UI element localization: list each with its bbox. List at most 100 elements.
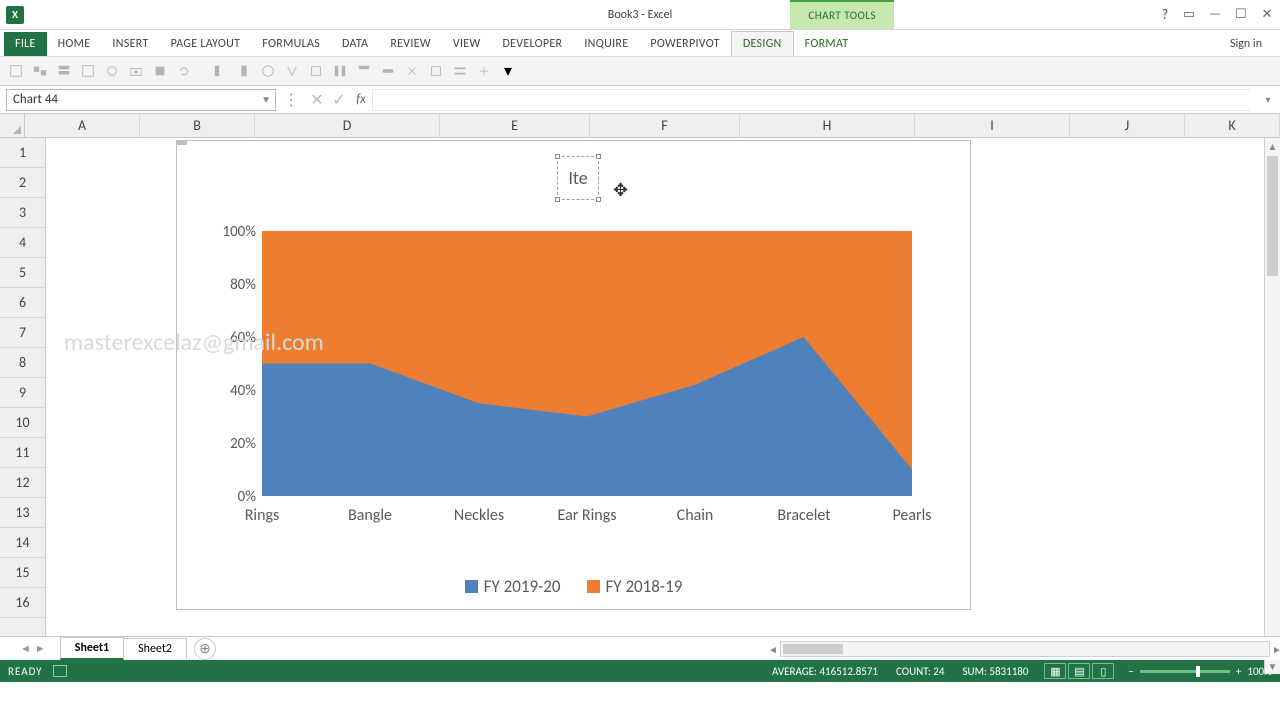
minimize-button[interactable]: — bbox=[1202, 0, 1228, 29]
chart-object[interactable]: Ite ✥ 100% 80% 60% 40% 20% 0% bbox=[176, 140, 971, 610]
qat-icon[interactable] bbox=[78, 61, 98, 81]
tab-home[interactable]: HOME bbox=[47, 32, 102, 56]
row-header[interactable]: 1 bbox=[0, 138, 45, 168]
tab-file[interactable]: FILE bbox=[4, 32, 47, 56]
scroll-thumb[interactable] bbox=[1267, 156, 1278, 276]
qat-icon[interactable] bbox=[150, 61, 170, 81]
row-header[interactable]: 15 bbox=[0, 558, 45, 588]
sheet-tab-sheet2[interactable]: Sheet2 bbox=[123, 638, 187, 659]
column-header[interactable]: B bbox=[140, 114, 255, 137]
row-header[interactable]: 3 bbox=[0, 198, 45, 228]
qat-delete-icon[interactable] bbox=[402, 61, 422, 81]
formula-bar-input[interactable] bbox=[372, 89, 1250, 111]
scroll-up-icon[interactable]: ▲ bbox=[1265, 138, 1280, 154]
tab-design[interactable]: DESIGN bbox=[731, 31, 794, 56]
row-header[interactable]: 9 bbox=[0, 378, 45, 408]
zoom-out-icon[interactable]: − bbox=[1128, 665, 1133, 678]
scroll-down-icon[interactable]: ▼ bbox=[1265, 658, 1280, 674]
sheet-nav-next-icon[interactable]: ► bbox=[35, 642, 46, 655]
tab-data[interactable]: DATA bbox=[331, 32, 379, 56]
column-header[interactable]: F bbox=[590, 114, 740, 137]
tab-formulas[interactable]: FORMULAS bbox=[251, 32, 331, 56]
row-header[interactable]: 5 bbox=[0, 258, 45, 288]
new-sheet-button[interactable]: ⊕ bbox=[194, 638, 216, 660]
maximize-button[interactable]: ☐ bbox=[1228, 0, 1254, 29]
zoom-in-icon[interactable]: + bbox=[1236, 665, 1241, 678]
tab-page-layout[interactable]: PAGE LAYOUT bbox=[160, 32, 252, 56]
qat-icon[interactable] bbox=[210, 61, 230, 81]
vertical-scrollbar[interactable]: ▲ ▼ bbox=[1264, 138, 1280, 674]
row-header[interactable]: 2 bbox=[0, 168, 45, 198]
chart-plot-area[interactable]: 100% 80% 60% 40% 20% 0% Rings Bangle Nec… bbox=[262, 231, 912, 496]
macro-record-icon[interactable] bbox=[53, 665, 67, 677]
qat-refresh-icon[interactable] bbox=[174, 61, 194, 81]
qat-icon[interactable] bbox=[354, 61, 374, 81]
tab-inquire[interactable]: INQUIRE bbox=[573, 32, 639, 56]
worksheet-grid[interactable]: 12345678910111213141516 masterexcelaz@gm… bbox=[0, 138, 1280, 636]
column-header[interactable]: J bbox=[1070, 114, 1185, 137]
zoom-slider[interactable] bbox=[1140, 670, 1230, 673]
qat-icon[interactable] bbox=[282, 61, 302, 81]
tab-insert[interactable]: INSERT bbox=[101, 32, 159, 56]
qat-icon[interactable] bbox=[54, 61, 74, 81]
legend-entry[interactable]: FY 2019-20 bbox=[465, 576, 561, 597]
chart-legend[interactable]: FY 2019-20 FY 2018-19 bbox=[177, 576, 970, 597]
row-header[interactable]: 10 bbox=[0, 408, 45, 438]
qat-camera-icon[interactable] bbox=[126, 61, 146, 81]
tab-review[interactable]: REVIEW bbox=[379, 32, 442, 56]
cells-area[interactable]: masterexcelaz@gmail.com Ite ✥ 100% 80% 6 bbox=[46, 138, 1280, 636]
qat-icon[interactable] bbox=[30, 61, 50, 81]
name-box-dropdown-icon[interactable]: ▼ bbox=[261, 93, 271, 106]
row-header[interactable]: 13 bbox=[0, 498, 45, 528]
row-header[interactable]: 7 bbox=[0, 318, 45, 348]
zoom-control[interactable]: − + 100% bbox=[1128, 665, 1272, 678]
column-header[interactable]: D bbox=[255, 114, 440, 137]
qat-icon[interactable] bbox=[306, 61, 326, 81]
chart-title-edit[interactable]: Ite bbox=[557, 156, 599, 200]
scroll-thumb[interactable] bbox=[783, 644, 843, 654]
signin-link[interactable]: Sign in bbox=[1230, 32, 1262, 56]
cancel-formula-icon[interactable]: ✕ bbox=[306, 90, 328, 110]
row-header[interactable]: 16 bbox=[0, 588, 45, 618]
name-box[interactable]: Chart 44 ▼ bbox=[6, 89, 276, 111]
row-header[interactable]: 4 bbox=[0, 228, 45, 258]
row-header[interactable]: 11 bbox=[0, 438, 45, 468]
sheet-nav-prev-icon[interactable]: ◄ bbox=[20, 642, 31, 655]
row-header[interactable]: 14 bbox=[0, 528, 45, 558]
select-all-corner[interactable] bbox=[0, 114, 25, 137]
row-header[interactable]: 8 bbox=[0, 348, 45, 378]
qat-icon[interactable] bbox=[102, 61, 122, 81]
formula-bar-expand-icon[interactable]: ▾ bbox=[1260, 93, 1276, 106]
help-icon[interactable]: ? bbox=[1154, 0, 1176, 29]
tab-developer[interactable]: DEVELOPER bbox=[491, 32, 573, 56]
enter-formula-icon[interactable]: ✓ bbox=[328, 90, 350, 110]
qat-icon[interactable] bbox=[234, 61, 254, 81]
qat-icon[interactable] bbox=[474, 61, 494, 81]
row-header[interactable]: 6 bbox=[0, 288, 45, 318]
view-page-layout-icon[interactable]: ▤ bbox=[1068, 663, 1090, 679]
close-button[interactable]: ✕ bbox=[1254, 0, 1280, 29]
qat-save-icon[interactable] bbox=[6, 61, 26, 81]
column-header[interactable]: H bbox=[740, 114, 915, 137]
column-header[interactable]: A bbox=[25, 114, 140, 137]
row-header[interactable]: 12 bbox=[0, 468, 45, 498]
column-header[interactable]: E bbox=[440, 114, 590, 137]
qat-icon[interactable] bbox=[330, 61, 350, 81]
qat-icon[interactable] bbox=[378, 61, 398, 81]
column-header[interactable]: K bbox=[1185, 114, 1280, 137]
view-normal-icon[interactable]: ▦ bbox=[1044, 663, 1066, 679]
legend-entry[interactable]: FY 2018-19 bbox=[587, 576, 683, 597]
tab-view[interactable]: VIEW bbox=[442, 32, 492, 56]
qat-icon[interactable] bbox=[450, 61, 470, 81]
qat-icon[interactable] bbox=[258, 61, 278, 81]
horizontal-scrollbar[interactable]: ◄ ► bbox=[780, 641, 1270, 657]
tab-powerpivot[interactable]: POWERPIVOT bbox=[639, 32, 730, 56]
qat-dropdown-icon[interactable]: ▾ bbox=[498, 61, 518, 81]
sheet-tab-sheet1[interactable]: Sheet1 bbox=[60, 637, 124, 660]
column-header[interactable]: I bbox=[915, 114, 1070, 137]
tab-format[interactable]: FORMAT bbox=[794, 32, 860, 56]
view-page-break-icon[interactable]: ▯ bbox=[1092, 663, 1114, 679]
fx-icon[interactable]: fx bbox=[350, 92, 372, 107]
qat-icon[interactable] bbox=[426, 61, 446, 81]
scroll-right-icon[interactable]: ► bbox=[1269, 642, 1280, 656]
